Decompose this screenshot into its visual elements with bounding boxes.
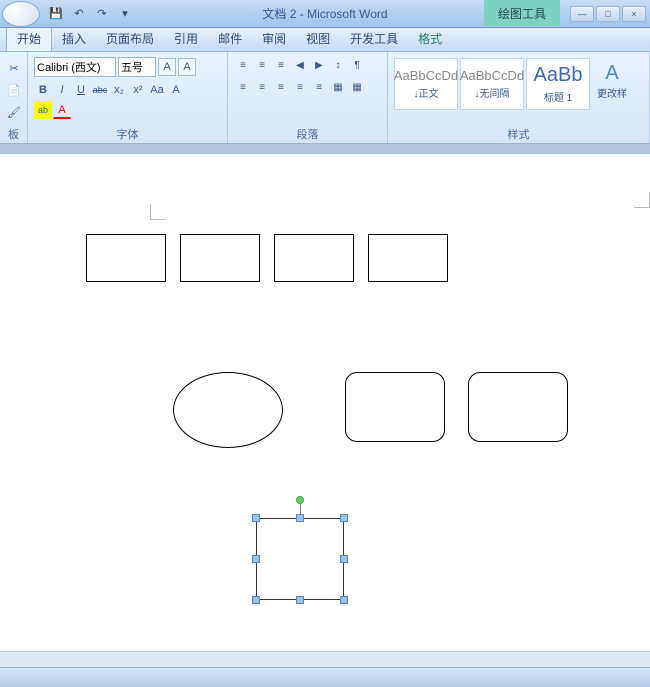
tab-layout[interactable]: 页面布局 [96,26,164,51]
tab-review[interactable]: 审阅 [252,26,296,51]
resize-handle-b[interactable] [296,596,304,604]
group-clipboard: ✂ 📄 🖌 板 [0,52,28,143]
bullets-button[interactable]: ≡ [234,56,252,74]
group-label-styles: 样式 [388,126,649,142]
subscript-button[interactable]: x₂ [110,81,128,99]
font-name-select[interactable]: Calibri (西文) [34,57,116,77]
line-spacing-button[interactable]: ≡ [310,78,328,96]
change-styles-button[interactable]: A 更改样 [592,58,632,110]
shape-body[interactable] [256,518,344,600]
group-font: Calibri (西文) 五号 A A B I U abc x₂ x² Aa A… [28,52,228,143]
clear-format-button[interactable]: A [167,81,185,99]
group-styles: AaBbCcDd ↓正文 AaBbCcDd ↓无间隔 AaBb 标题 1 A 更… [388,52,650,143]
font-color-button[interactable]: A [53,101,71,119]
shape-rectangle[interactable] [274,234,354,282]
resize-handle-tr[interactable] [340,514,348,522]
tab-format[interactable]: 格式 [408,26,452,51]
ribbon: ✂ 📄 🖌 板 Calibri (西文) 五号 A A B I U abc x₂… [0,52,650,144]
group-paragraph: ≡ ≡ ≡ ◀ ▶ ↕ ¶ ≡ ≡ ≡ ≡ ≡ ▦ ▦ 段落 [228,52,388,143]
format-painter-button[interactable]: 🖌 [4,102,24,122]
style-label: ↓正文 [414,85,439,100]
document-canvas[interactable]: Baidu 经验 [0,154,650,677]
tab-references[interactable]: 引用 [164,26,208,51]
bold-button[interactable]: B [34,81,52,99]
style-label: ↓无间隔 [475,85,510,100]
close-button[interactable]: × [622,6,646,22]
align-right-button[interactable]: ≡ [272,78,290,96]
shape-rounded-rectangle[interactable] [468,372,568,442]
underline-button[interactable]: U [72,81,90,99]
office-button[interactable] [2,1,40,27]
group-label-paragraph: 段落 [228,126,387,142]
maximize-button[interactable]: □ [596,6,620,22]
superscript-button[interactable]: x² [129,81,147,99]
tab-insert[interactable]: 插入 [52,26,96,51]
align-left-button[interactable]: ≡ [234,78,252,96]
window-controls: — □ × [570,6,646,22]
undo-button[interactable]: ↶ [69,4,89,24]
numbering-button[interactable]: ≡ [253,56,271,74]
tab-developer[interactable]: 开发工具 [340,26,408,51]
shape-ellipse[interactable] [173,372,283,448]
resize-handle-l[interactable] [252,555,260,563]
ruler-area [0,144,650,154]
ribbon-tabs: 开始 插入 页面布局 引用 邮件 审阅 视图 开发工具 格式 [0,28,650,52]
rotation-handle[interactable] [296,496,304,504]
status-bar [0,667,650,687]
change-styles-label: 更改样 [597,85,627,100]
style-nospacing[interactable]: AaBbCcDd ↓无间隔 [460,58,524,110]
style-heading1[interactable]: AaBb 标题 1 [526,58,590,110]
window-title: 文档 2 - Microsoft Word [262,5,387,22]
qat-more-button[interactable]: ▾ [115,4,135,24]
multilevel-button[interactable]: ≡ [272,56,290,74]
resize-handle-br[interactable] [340,596,348,604]
tab-home[interactable]: 开始 [6,25,52,51]
style-preview: AaBbCcDd [460,68,524,83]
border-button[interactable]: ▦ [348,78,366,96]
style-preview: AaBbCcDd [394,68,458,83]
margin-corner-tl [150,204,166,220]
redo-button[interactable]: ↷ [92,4,112,24]
tab-view[interactable]: 视图 [296,26,340,51]
shape-rounded-rectangle[interactable] [345,372,445,442]
context-tab-drawing[interactable]: 绘图工具 [484,0,560,26]
title-bar: 💾 ↶ ↷ ▾ 文档 2 - Microsoft Word 绘图工具 — □ × [0,0,650,28]
grow-font-button[interactable]: A [158,58,176,76]
copy-button[interactable]: 📄 [4,80,24,100]
style-label: 标题 1 [544,89,572,104]
tab-mailings[interactable]: 邮件 [208,26,252,51]
group-label-font: 字体 [28,126,227,142]
style-normal[interactable]: AaBbCcDd ↓正文 [394,58,458,110]
align-justify-button[interactable]: ≡ [291,78,309,96]
change-styles-icon: A [605,62,618,85]
marks-button[interactable]: ¶ [348,56,366,74]
resize-handle-t[interactable] [296,514,304,522]
shrink-font-button[interactable]: A [178,58,196,76]
highlight-button[interactable]: ab [34,101,52,119]
margin-corner-tr [634,192,650,208]
shape-rectangle[interactable] [180,234,260,282]
group-label-clipboard: 板 [0,126,27,142]
cut-button[interactable]: ✂ [4,58,24,78]
font-size-select[interactable]: 五号 [118,57,156,77]
change-case-button[interactable]: Aa [148,81,166,99]
save-button[interactable]: 💾 [46,4,66,24]
minimize-button[interactable]: — [570,6,594,22]
dedent-button[interactable]: ◀ [291,56,309,74]
resize-handle-bl[interactable] [252,596,260,604]
shape-rectangle[interactable] [86,234,166,282]
resize-handle-tl[interactable] [252,514,260,522]
align-center-button[interactable]: ≡ [253,78,271,96]
selected-shape-rectangle[interactable] [250,512,350,606]
indent-button[interactable]: ▶ [310,56,328,74]
style-preview: AaBb [534,64,583,87]
resize-handle-r[interactable] [340,555,348,563]
horizontal-scrollbar[interactable] [0,651,650,667]
shape-rectangle[interactable] [368,234,448,282]
sort-button[interactable]: ↕ [329,56,347,74]
shading-button[interactable]: ▦ [329,78,347,96]
quick-access-toolbar: 💾 ↶ ↷ ▾ [46,4,135,24]
strike-button[interactable]: abc [91,81,109,99]
italic-button[interactable]: I [53,81,71,99]
